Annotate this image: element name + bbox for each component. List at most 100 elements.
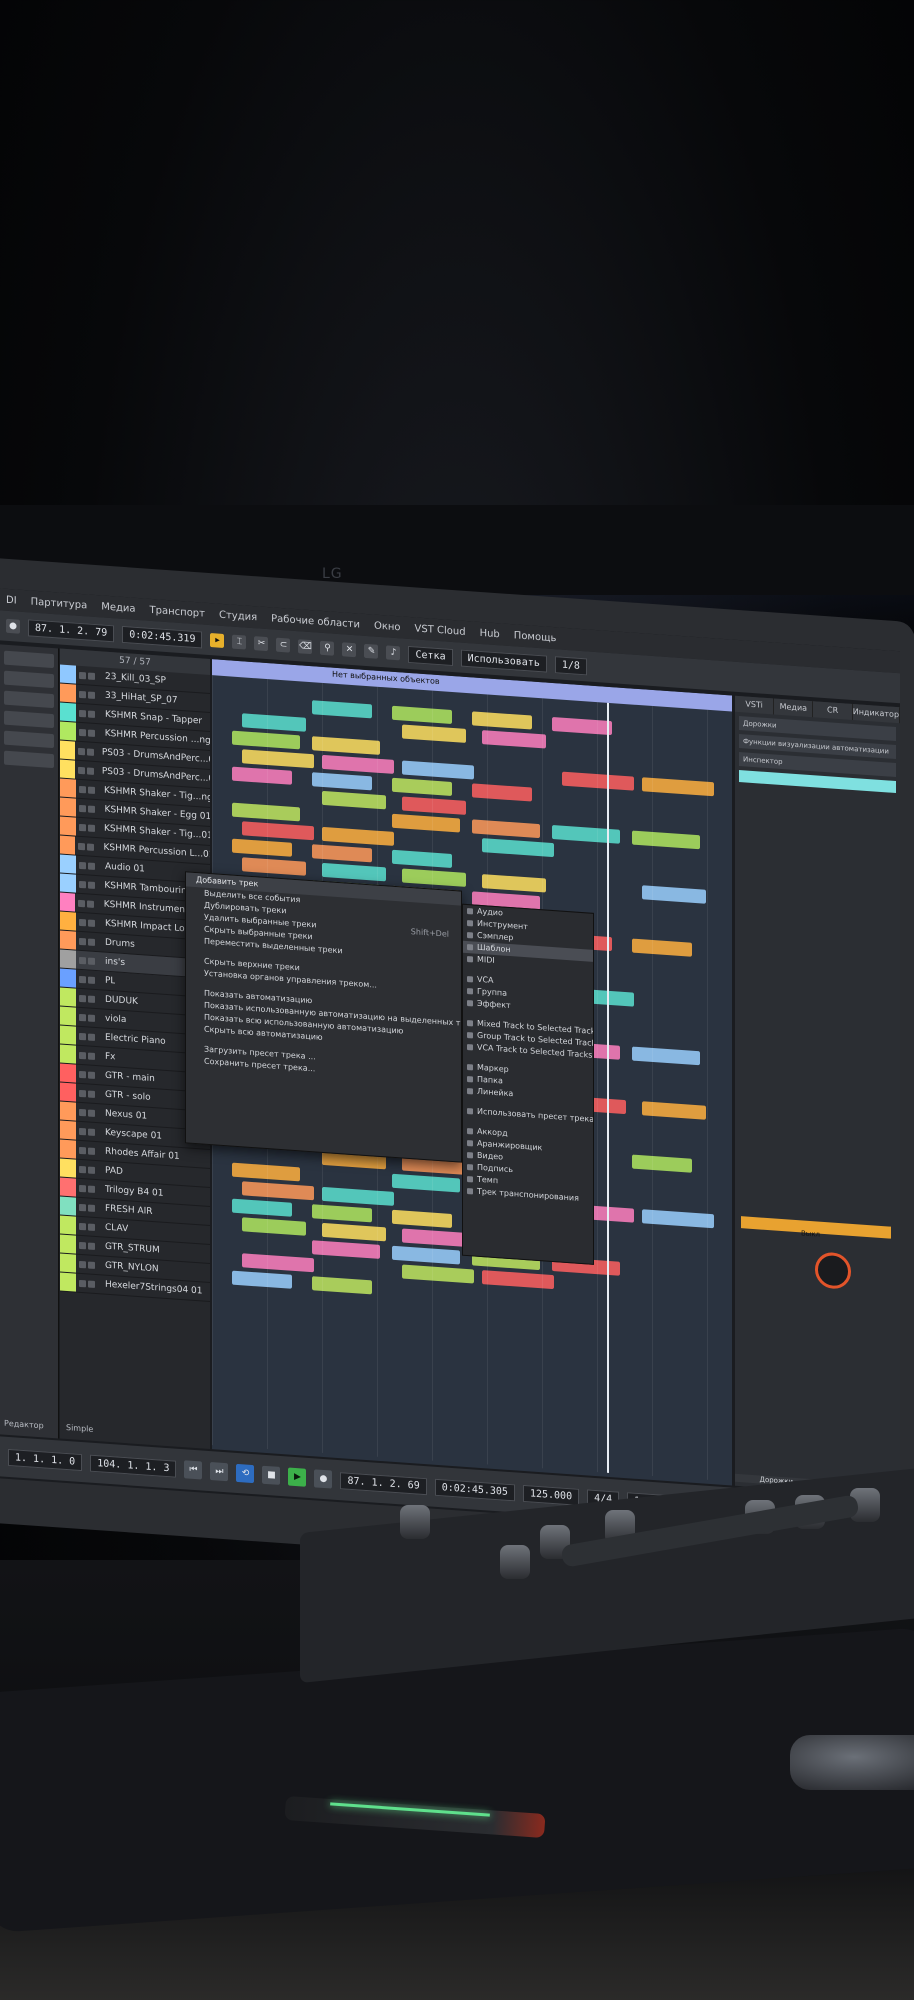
mute-button[interactable] xyxy=(77,766,85,774)
mute-solo-buttons[interactable] xyxy=(76,975,101,984)
solo-button[interactable] xyxy=(88,691,95,699)
event-clip[interactable] xyxy=(312,700,372,719)
right-zone-tab[interactable]: VSTi xyxy=(735,695,775,715)
mute-solo-buttons[interactable] xyxy=(76,1108,101,1117)
mute-solo-buttons[interactable] xyxy=(75,842,99,851)
mute-solo-buttons[interactable] xyxy=(76,1146,101,1155)
right-zone-tab[interactable]: CR xyxy=(813,701,853,720)
event-clip[interactable] xyxy=(392,1173,460,1193)
event-clip[interactable] xyxy=(562,771,634,791)
track-color-chip[interactable] xyxy=(60,1063,76,1083)
solo-button[interactable] xyxy=(88,672,95,680)
track-color-chip[interactable] xyxy=(60,987,76,1007)
tempo-display[interactable]: 125.000 xyxy=(522,1484,580,1506)
track-color-chip[interactable] xyxy=(60,683,76,703)
mute-button[interactable] xyxy=(77,747,85,755)
solo-button[interactable] xyxy=(88,938,95,946)
event-clip[interactable] xyxy=(472,783,532,802)
menu-item[interactable]: Транспорт xyxy=(150,604,205,619)
mute-button[interactable] xyxy=(79,709,86,717)
mute-solo-buttons[interactable] xyxy=(75,766,98,775)
event-clip[interactable] xyxy=(242,1253,314,1273)
track-color-chip[interactable] xyxy=(60,854,76,874)
track-color-chip[interactable] xyxy=(60,1177,76,1197)
track-color-chip[interactable] xyxy=(60,1025,76,1045)
solo-button[interactable] xyxy=(87,729,95,737)
main-position-display[interactable]: 87. 1. 2. 69 xyxy=(340,1471,427,1495)
gain-knob[interactable] xyxy=(815,1251,851,1290)
mute-button[interactable] xyxy=(79,994,86,1002)
menu-item[interactable]: Студия xyxy=(219,609,257,623)
event-clip[interactable] xyxy=(472,819,540,839)
event-clip[interactable] xyxy=(232,1270,292,1289)
inspector-button[interactable] xyxy=(4,750,54,769)
mute-button[interactable] xyxy=(79,975,86,983)
mute-button[interactable] xyxy=(78,728,86,736)
mute-button[interactable] xyxy=(79,1165,86,1173)
solo-button[interactable] xyxy=(88,1014,95,1022)
track-color-chip[interactable] xyxy=(60,664,76,684)
project-cursor[interactable] xyxy=(607,702,609,1473)
record-icon[interactable]: ● xyxy=(314,1469,333,1489)
mute-button[interactable] xyxy=(78,785,86,793)
track-color-chip[interactable] xyxy=(60,873,76,893)
mute-button[interactable] xyxy=(79,937,86,945)
mute-solo-buttons[interactable] xyxy=(76,956,101,965)
mute-button[interactable] xyxy=(79,956,86,964)
range-tool-icon[interactable]: ⌶ xyxy=(232,634,247,650)
mute-button[interactable] xyxy=(79,1241,86,1249)
track-color-chip[interactable] xyxy=(60,968,76,988)
mute-tool-icon[interactable]: ✕ xyxy=(342,642,357,658)
event-clip[interactable] xyxy=(232,766,292,785)
track-color-chip[interactable] xyxy=(60,1158,76,1178)
mute-button[interactable] xyxy=(78,804,86,812)
mute-solo-buttons[interactable] xyxy=(76,823,100,832)
mute-solo-buttons[interactable] xyxy=(76,937,101,946)
mute-button[interactable] xyxy=(79,1051,86,1059)
mute-solo-buttons[interactable] xyxy=(76,1013,101,1022)
mute-solo-buttons[interactable] xyxy=(76,709,101,718)
solo-button[interactable] xyxy=(88,1185,95,1193)
mute-solo-buttons[interactable] xyxy=(76,785,100,794)
event-clip[interactable] xyxy=(632,1154,692,1173)
solo-button[interactable] xyxy=(88,1204,95,1212)
glue-tool-icon[interactable]: ⊂ xyxy=(276,637,291,653)
track-color-chip[interactable] xyxy=(60,892,76,912)
right-locator-display[interactable]: 104. 1. 1. 3 xyxy=(90,1454,177,1478)
mute-solo-buttons[interactable] xyxy=(76,804,101,813)
mute-solo-buttons[interactable] xyxy=(76,1070,101,1079)
event-clip[interactable] xyxy=(242,857,306,876)
event-clip[interactable] xyxy=(312,772,372,791)
mute-button[interactable] xyxy=(79,1127,86,1135)
event-clip[interactable] xyxy=(402,724,466,743)
mute-button[interactable] xyxy=(79,1279,86,1287)
mute-button[interactable] xyxy=(79,1108,86,1116)
solo-button[interactable] xyxy=(88,710,95,718)
track-color-chip[interactable] xyxy=(60,797,76,817)
track-color-chip[interactable] xyxy=(60,721,76,741)
go-to-start-icon[interactable]: ⏮ xyxy=(184,1460,203,1480)
right-zone-tab[interactable]: Индикатор xyxy=(852,703,900,724)
menu-item[interactable]: DI xyxy=(6,594,17,606)
mute-button[interactable] xyxy=(79,690,86,698)
solo-button[interactable] xyxy=(88,1109,95,1117)
event-clip[interactable] xyxy=(312,1276,372,1295)
menu-item[interactable]: VST Cloud xyxy=(415,623,466,638)
event-clip[interactable] xyxy=(242,1181,314,1201)
track-color-chip[interactable] xyxy=(60,1082,76,1102)
solo-button[interactable] xyxy=(88,1071,95,1079)
event-clip[interactable] xyxy=(392,849,452,868)
main-time-display[interactable]: 0:02:45.305 xyxy=(434,1478,515,1501)
track-color-chip[interactable] xyxy=(60,1139,76,1159)
solo-button[interactable] xyxy=(87,880,95,889)
mute-solo-buttons[interactable] xyxy=(76,861,101,870)
mute-solo-buttons[interactable] xyxy=(76,690,101,699)
mute-button[interactable] xyxy=(78,880,86,888)
track-color-chip[interactable] xyxy=(60,702,76,722)
track-color-chip[interactable] xyxy=(60,1196,76,1216)
menu-item[interactable]: Окно xyxy=(374,620,401,633)
mute-button[interactable] xyxy=(79,861,86,869)
solo-button[interactable] xyxy=(88,1052,95,1060)
menu-item[interactable]: Партитура xyxy=(31,596,88,611)
solo-button[interactable] xyxy=(88,1223,95,1231)
